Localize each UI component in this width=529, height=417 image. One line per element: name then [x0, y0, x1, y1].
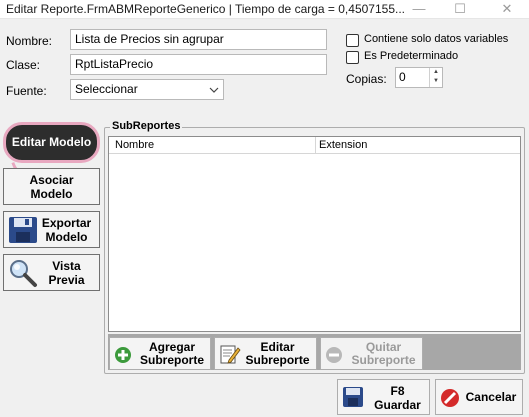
- asociar-line2: Modelo: [30, 187, 73, 201]
- close-button[interactable]: ✕: [485, 0, 529, 19]
- subreportes-group-title: SubReportes: [110, 120, 183, 132]
- exportar-modelo-button[interactable]: Exportar Modelo: [3, 211, 100, 248]
- title-bar: Editar Reporte.FrmABMReporteGenerico | T…: [0, 0, 529, 19]
- magnifier-icon: [8, 258, 38, 291]
- clase-label: Clase:: [6, 58, 41, 72]
- edit-document-icon: [219, 343, 241, 368]
- cancel-icon: [440, 388, 460, 411]
- vista-line2: Previa: [48, 273, 85, 287]
- remove-icon: [325, 346, 343, 367]
- vista-line1: Vista: [52, 259, 81, 273]
- exportar-line1: Exportar: [41, 216, 92, 230]
- guardar-line2: Guardar: [374, 398, 421, 412]
- editar-modelo-button[interactable]: Editar Modelo: [3, 122, 100, 163]
- guardar-button[interactable]: F8 Guardar: [337, 379, 430, 415]
- add-icon: [114, 346, 132, 367]
- quitar-line2: Subreporte: [351, 353, 416, 367]
- vista-previa-button[interactable]: Vista Previa: [3, 254, 100, 291]
- copias-label: Copias:: [346, 72, 387, 86]
- subreportes-grid[interactable]: Nombre Extension: [108, 136, 521, 332]
- copias-spinner[interactable]: 0 ▲ ▼: [395, 67, 443, 88]
- column-header-nombre[interactable]: Nombre: [115, 139, 154, 151]
- fuente-label: Fuente:: [6, 84, 47, 98]
- agregar-subreporte-button[interactable]: Agregar Subreporte: [109, 337, 211, 370]
- editar-subreporte-button[interactable]: Editar Subreporte: [214, 337, 317, 370]
- nombre-label: Nombre:: [6, 34, 53, 48]
- maximize-button[interactable]: ☐: [438, 0, 482, 19]
- column-header-extension[interactable]: Extension: [319, 139, 367, 151]
- solo-datos-label: Contiene solo datos variables: [364, 33, 509, 45]
- editar-line2: Subreporte: [245, 353, 310, 367]
- spin-up-icon[interactable]: ▲: [430, 68, 442, 77]
- chevron-down-icon: [209, 80, 219, 106]
- asociar-line1: Asociar: [29, 173, 74, 187]
- column-separator[interactable]: [315, 137, 316, 154]
- cancelar-label: Cancelar: [465, 390, 517, 404]
- asociar-modelo-button[interactable]: Asociar Modelo: [3, 168, 100, 205]
- guardar-line1: F8: [390, 384, 405, 398]
- agregar-line2: Subreporte: [139, 353, 204, 367]
- cancelar-button[interactable]: Cancelar: [435, 379, 523, 415]
- solo-datos-checkbox[interactable]: [346, 34, 359, 47]
- minimize-button[interactable]: —: [397, 0, 441, 19]
- fuente-select-value: Seleccionar: [75, 82, 138, 96]
- spin-down-icon[interactable]: ▼: [430, 77, 442, 86]
- fuente-select[interactable]: Seleccionar: [70, 79, 224, 100]
- grid-header: Nombre Extension: [109, 137, 520, 154]
- nombre-input[interactable]: Lista de Precios sin agrupar: [70, 29, 327, 50]
- exportar-line2: Modelo: [45, 230, 88, 244]
- copias-value: 0: [399, 70, 406, 84]
- floppy-disk-icon: [8, 216, 38, 247]
- predeterminado-checkbox[interactable]: [346, 51, 359, 64]
- quitar-subreporte-button[interactable]: Quitar Subreporte: [320, 337, 423, 370]
- save-icon: [342, 386, 364, 411]
- clase-input[interactable]: RptListaPrecio: [70, 54, 327, 75]
- spinner-buttons[interactable]: ▲ ▼: [429, 68, 442, 87]
- predeterminado-label: Es Predeterminado: [364, 50, 459, 62]
- window-title: Editar Reporte.FrmABMReporteGenerico | T…: [6, 2, 405, 16]
